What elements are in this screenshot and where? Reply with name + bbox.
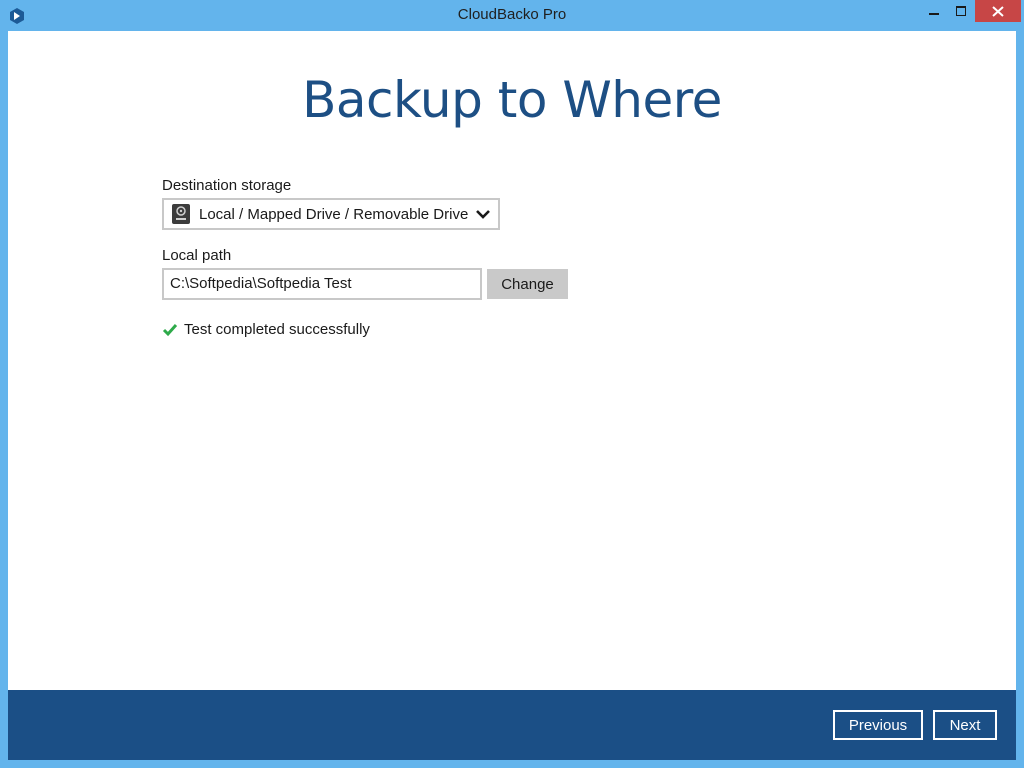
chevron-down-icon xyxy=(476,210,490,219)
minimize-button[interactable] xyxy=(920,0,948,22)
test-status: Test completed successfully xyxy=(162,321,370,338)
maximize-icon xyxy=(956,6,966,16)
close-button[interactable] xyxy=(975,0,1021,22)
window-title: CloudBacko Pro xyxy=(457,6,567,23)
maximize-button[interactable] xyxy=(948,0,974,22)
destination-storage-select[interactable]: Local / Mapped Drive / Removable Drive xyxy=(162,198,500,230)
wizard-content: Backup to Where Destination storage Loca… xyxy=(8,31,1016,760)
local-path-label: Local path xyxy=(162,247,232,264)
close-icon xyxy=(992,5,1004,17)
check-icon xyxy=(162,323,178,336)
local-path-field[interactable]: C:\Softpedia\Softpedia Test xyxy=(162,268,482,300)
app-window: CloudBacko Pro Backup to Where Destinati… xyxy=(0,0,1024,768)
wizard-footer: Previous Next xyxy=(8,690,1016,760)
drive-icon xyxy=(172,204,190,224)
status-text: Test completed successfully xyxy=(184,321,370,338)
next-button[interactable]: Next xyxy=(933,710,997,740)
change-button[interactable]: Change xyxy=(487,269,568,299)
minimize-icon xyxy=(929,13,939,15)
title-bar[interactable]: CloudBacko Pro xyxy=(0,0,1024,31)
page-title: Backup to Where xyxy=(302,71,722,129)
destination-storage-value: Local / Mapped Drive / Removable Drive xyxy=(199,205,469,223)
previous-button[interactable]: Previous xyxy=(833,710,923,740)
destination-storage-label: Destination storage xyxy=(162,177,292,194)
